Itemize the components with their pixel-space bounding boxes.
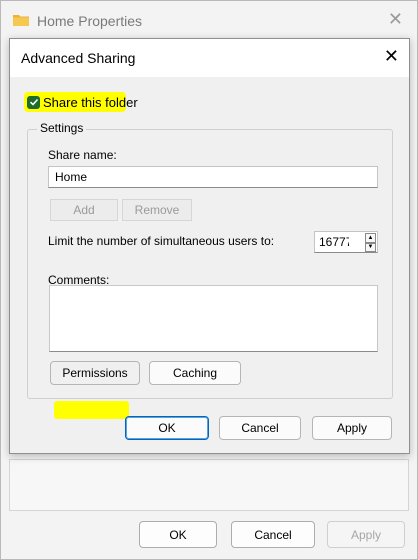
cancel-button-label: Cancel [241, 421, 279, 435]
caching-button[interactable]: Caching [149, 361, 241, 385]
properties-apply-button: Apply [327, 521, 405, 548]
permissions-button[interactable]: Permissions [50, 361, 140, 385]
caching-button-label: Caching [172, 366, 218, 380]
comments-input[interactable] [49, 285, 378, 352]
properties-apply-label: Apply [350, 527, 382, 542]
highlight-marker [54, 401, 129, 419]
checkmark-icon [29, 98, 38, 106]
spin-down-icon[interactable]: ▼ [365, 242, 376, 252]
home-properties-title: Home Properties [37, 13, 143, 29]
add-button: Add [50, 199, 118, 221]
ok-button[interactable]: OK [125, 416, 209, 440]
share-name-value: Home [55, 170, 88, 184]
share-folder-checkbox-row[interactable]: Share this folder [24, 92, 138, 112]
properties-ok-label: OK [169, 527, 187, 542]
folder-icon [13, 14, 29, 26]
user-limit-spinbox[interactable]: 16777 ▲ ▼ [314, 231, 378, 253]
apply-button[interactable]: Apply [312, 416, 392, 440]
spin-arrows: ▲ ▼ [365, 233, 376, 252]
add-button-label: Add [73, 203, 95, 217]
advanced-sharing-dialog: Advanced Sharing ✕ Share this folder Set… [9, 38, 410, 454]
user-limit-label: Limit the number of simultaneous users t… [48, 234, 275, 248]
dialog-title: Advanced Sharing [21, 50, 136, 66]
properties-cancel-label: Cancel [254, 527, 292, 542]
properties-cancel-button[interactable]: Cancel [231, 521, 315, 548]
home-properties-titlebar[interactable]: Home Properties ✕ [1, 1, 417, 39]
close-icon[interactable]: ✕ [388, 10, 403, 28]
remove-button-label: Remove [134, 203, 180, 217]
permissions-button-label: Permissions [62, 366, 128, 380]
cancel-button[interactable]: Cancel [219, 416, 301, 440]
user-limit-value: 16777 [319, 235, 349, 249]
properties-ok-button[interactable]: OK [139, 521, 217, 548]
share-folder-checkbox[interactable] [27, 95, 40, 109]
remove-button: Remove [122, 199, 192, 221]
spin-up-icon[interactable]: ▲ [365, 233, 376, 243]
ok-button-label: OK [158, 421, 176, 435]
apply-button-label: Apply [336, 421, 368, 435]
advanced-sharing-titlebar[interactable]: Advanced Sharing ✕ [10, 39, 409, 77]
properties-content-panel [9, 459, 409, 511]
share-name-input[interactable]: Home [48, 166, 378, 188]
settings-group-label: Settings [37, 121, 87, 135]
share-folder-label[interactable]: Share this folder [43, 95, 138, 110]
close-icon[interactable]: ✕ [384, 47, 399, 65]
share-name-label: Share name: [48, 148, 117, 162]
